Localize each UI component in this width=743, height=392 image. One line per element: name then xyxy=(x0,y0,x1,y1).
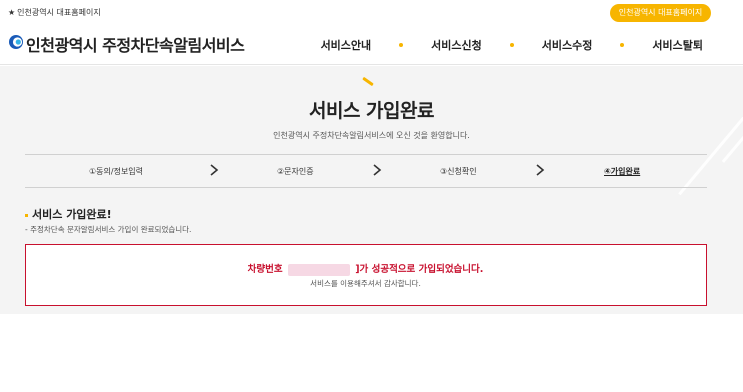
title-accent-mark xyxy=(362,76,374,87)
nav-separator-dot xyxy=(620,43,625,47)
step-sms-auth: ②문자인증 xyxy=(277,167,314,176)
nav-item-service-withdraw[interactable]: 서비스탈퇴 xyxy=(652,37,703,53)
masked-vehicle-number xyxy=(287,263,350,276)
step-complete: ④가입완료 xyxy=(604,167,641,176)
page-title: 서비스 가입완료 xyxy=(309,100,434,122)
section-title-text: 서비스 가입완료! xyxy=(32,208,112,221)
result-message-box: 차량번호 ]가 성공적으로 가입되었습니다. 서비스를 이용해주셔서 감사합니다… xyxy=(25,244,707,306)
step-confirm: ③신청확인 xyxy=(440,167,477,176)
main-content: 서비스 가입완료 인천광역시 주정차단속알림서비스에 오신 것을 환영합니다. … xyxy=(0,66,743,314)
result-headline: 차량번호 ]가 성공적으로 가입되었습니다. xyxy=(26,261,705,276)
nav-item-service-edit[interactable]: 서비스수정 xyxy=(542,37,593,53)
nav-item-service-guide[interactable]: 서비스안내 xyxy=(321,37,372,53)
site-home-link-label: 인천광역시 대표홈페이지 xyxy=(17,8,101,17)
result-prefix: 차량번호 xyxy=(247,264,283,275)
chevron-right-icon xyxy=(373,164,382,176)
result-thanks-message: 서비스를 이용해주셔서 감사합니다. xyxy=(310,279,421,288)
nav-separator-dot xyxy=(509,43,514,47)
top-utility-bar: ★ 인천광역시 대표홈페이지 인천광역시 대표홈페이지 xyxy=(0,0,743,30)
nav-separator-dot xyxy=(399,43,404,47)
section-bullet xyxy=(25,213,28,217)
main-nav: 서비스안내 서비스신청 서비스수정 서비스탈퇴 xyxy=(321,37,703,53)
chevron-right-icon xyxy=(536,164,545,176)
result-suffix: ]가 성공적으로 가입되었습니다. xyxy=(355,264,484,275)
site-header: 인천광역시 주정차단속알림서비스 서비스안내 서비스신청 서비스수정 서비스탈퇴 xyxy=(0,30,743,65)
step-agreement: ①동의/정보입력 xyxy=(89,167,144,176)
main-homepage-button[interactable]: 인천광역시 대표홈페이지 xyxy=(610,4,711,22)
logo-icon xyxy=(9,35,23,49)
site-home-link[interactable]: ★ 인천광역시 대표홈페이지 xyxy=(8,7,101,18)
section-description: - 주정차단속 문자알림서비스 가입이 완료되었습니다. xyxy=(25,225,192,234)
star-icon: ★ xyxy=(8,8,16,17)
page-subtitle: 인천광역시 주정차단속알림서비스에 오신 것을 환영합니다. xyxy=(273,131,470,140)
chevron-right-icon xyxy=(210,164,219,176)
section-title: 서비스 가입완료! xyxy=(25,206,112,222)
progress-steps: ①동의/정보입력 ②문자인증 ③신청확인 ④가입완료 xyxy=(25,154,707,188)
site-logo-title[interactable]: 인천광역시 주정차단속알림서비스 xyxy=(26,32,245,56)
nav-item-service-apply[interactable]: 서비스신청 xyxy=(431,37,482,53)
